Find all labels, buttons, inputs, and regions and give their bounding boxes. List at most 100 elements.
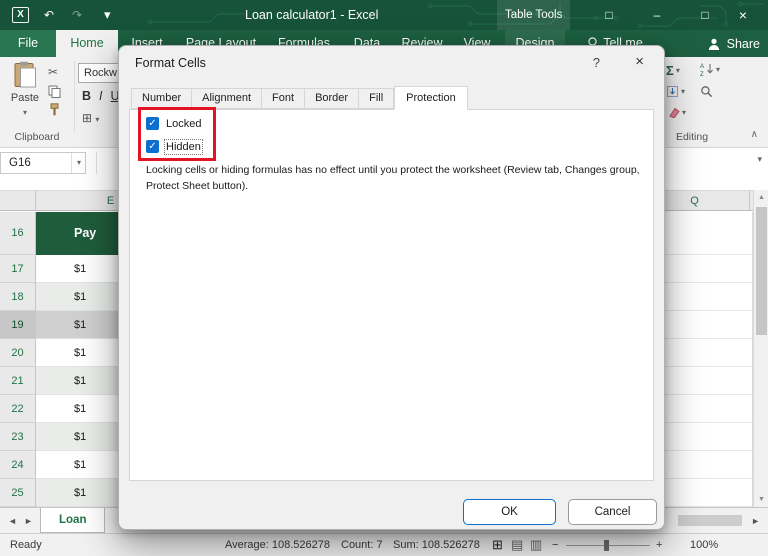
page-break-view-icon[interactable]: ▥ xyxy=(530,534,542,556)
name-box-value: G16 xyxy=(9,157,31,169)
locked-checkbox-row[interactable]: ✓ Locked xyxy=(146,117,201,130)
borders-button[interactable]: ⊞ ▾ xyxy=(82,111,99,125)
row-header-22[interactable]: 22 xyxy=(0,395,36,423)
horizontal-scroll-right-icon[interactable]: ► xyxy=(751,508,760,534)
clipboard-group-label: Clipboard xyxy=(14,131,60,143)
name-box[interactable]: G16 ▾ xyxy=(0,152,86,174)
ribbon-display-options-icon[interactable]: □ xyxy=(596,0,622,30)
magnifier-icon xyxy=(701,86,713,98)
fill-button[interactable]: ▾ xyxy=(666,85,685,98)
row-header-24[interactable]: 24 xyxy=(0,451,36,479)
row-header-21[interactable]: 21 xyxy=(0,367,36,395)
clear-dropdown-icon[interactable]: ▾ xyxy=(682,108,686,117)
tab-home[interactable]: Home xyxy=(56,30,118,57)
status-sum: Sum: 108.526278 xyxy=(393,539,480,551)
ok-button[interactable]: OK xyxy=(463,499,556,525)
page-layout-view-icon[interactable]: ▤ xyxy=(511,534,523,556)
row-header-23[interactable]: 23 xyxy=(0,423,36,451)
svg-text:Z: Z xyxy=(700,72,704,77)
scroll-down-icon[interactable]: ▼ xyxy=(754,492,768,507)
sheet-nav-left-icon[interactable]: ◄ xyxy=(8,508,17,534)
dialog-help-icon[interactable]: ? xyxy=(593,55,600,70)
name-box-dropdown-icon[interactable]: ▾ xyxy=(70,153,81,173)
title-bar: X ↶ ↷ ▾ Loan calculator1 - Excel Table T… xyxy=(0,0,768,30)
sheet-nav-right-icon[interactable]: ► xyxy=(24,508,33,534)
borders-dropdown-icon[interactable]: ▾ xyxy=(95,115,99,124)
borders-icon: ⊞ xyxy=(82,111,93,125)
sheet-tab-loan[interactable]: Loan xyxy=(40,508,106,533)
clipboard-icon xyxy=(14,61,36,88)
row-header-16[interactable]: 16 xyxy=(0,212,36,255)
person-icon xyxy=(708,38,719,50)
autosum-dropdown-icon[interactable]: ▾ xyxy=(676,66,680,75)
tab-file[interactable]: File xyxy=(0,30,56,57)
hidden-checkbox-row[interactable]: ✓ Hidden xyxy=(146,138,203,155)
locked-checkbox[interactable]: ✓ xyxy=(146,117,159,130)
zoom-level[interactable]: 100% xyxy=(690,534,718,556)
svg-text:A: A xyxy=(700,64,704,70)
format-cells-dialog: Format Cells ? × Number Alignment Font B… xyxy=(118,45,665,530)
dialog-tab-number[interactable]: Number xyxy=(131,88,193,109)
scrollbar-thumb[interactable] xyxy=(756,207,767,335)
window-close-icon[interactable]: × xyxy=(730,0,756,30)
table-tools-context-label: Table Tools xyxy=(497,0,571,30)
dialog-close-icon[interactable]: × xyxy=(635,53,644,70)
row-header-19[interactable]: 19 xyxy=(0,311,36,339)
dialog-tab-alignment[interactable]: Alignment xyxy=(192,88,263,109)
status-count: Count: 7 xyxy=(341,539,383,551)
excel-app-icon[interactable]: X xyxy=(12,7,29,23)
cancel-button[interactable]: Cancel xyxy=(568,499,657,525)
autosum-button[interactable]: Σ ▾ xyxy=(666,63,680,78)
dialog-tab-font[interactable]: Font xyxy=(262,88,306,109)
status-bar: Ready Average: 108.526278 Count: 7 Sum: … xyxy=(0,533,768,556)
bold-button[interactable]: B xyxy=(82,89,92,103)
excel-window: X ↶ ↷ ▾ Loan calculator1 - Excel Table T… xyxy=(0,0,768,556)
formula-bar-separator xyxy=(96,152,97,174)
dialog-tab-border[interactable]: Border xyxy=(305,88,360,109)
maximize-icon[interactable]: □ xyxy=(692,0,718,30)
row-header-25[interactable]: 25 xyxy=(0,479,36,507)
sort-dropdown-icon[interactable]: ▾ xyxy=(716,65,720,74)
row-header-18[interactable]: 18 xyxy=(0,283,36,311)
row-header-17[interactable]: 17 xyxy=(0,255,36,283)
horizontal-scrollbar-thumb[interactable] xyxy=(678,515,742,526)
dialog-title: Format Cells xyxy=(135,56,206,70)
zoom-out-icon[interactable]: − xyxy=(552,534,558,556)
dialog-tab-strip: Number Alignment Font Border Fill Protec… xyxy=(131,86,468,110)
italic-button[interactable]: I xyxy=(99,89,103,103)
status-average: Average: 108.526278 xyxy=(225,539,330,551)
zoom-slider-thumb[interactable] xyxy=(604,540,609,551)
hidden-checkbox[interactable]: ✓ xyxy=(146,140,159,153)
quick-access-toolbar-dropdown-icon[interactable]: ▾ xyxy=(104,0,111,30)
dialog-tab-fill[interactable]: Fill xyxy=(359,88,395,109)
copy-icon[interactable] xyxy=(48,85,61,98)
fill-dropdown-icon[interactable]: ▾ xyxy=(681,87,685,96)
undo-icon[interactable]: ↶ xyxy=(44,0,54,30)
share-button[interactable]: Share xyxy=(707,30,760,57)
clear-button[interactable]: ▾ xyxy=(666,107,686,118)
paste-dropdown-icon[interactable]: ▾ xyxy=(23,108,27,117)
sort-filter-button[interactable]: AZ ▾ xyxy=(700,62,720,77)
scroll-up-icon[interactable]: ▲ xyxy=(754,190,768,205)
status-mode: Ready xyxy=(10,539,42,551)
share-label: Share xyxy=(726,36,760,51)
cut-icon[interactable]: ✂ xyxy=(48,65,58,79)
row-header-20[interactable]: 20 xyxy=(0,339,36,367)
format-painter-icon[interactable] xyxy=(48,103,61,116)
select-all-corner[interactable] xyxy=(0,191,36,210)
sort-filter-icon: AZ xyxy=(700,64,713,77)
vertical-scrollbar[interactable]: ▲ ▼ xyxy=(753,190,768,507)
normal-view-icon[interactable]: ⊞ xyxy=(492,534,503,556)
paste-button[interactable]: Paste ▾ xyxy=(6,61,44,127)
collapse-ribbon-icon[interactable]: ∧ xyxy=(751,129,758,140)
window-title: Loan calculator1 - Excel xyxy=(245,8,379,22)
redo-icon[interactable]: ↷ xyxy=(72,0,82,30)
formula-bar-expand-icon[interactable]: ▾ xyxy=(757,154,762,165)
zoom-in-icon[interactable]: + xyxy=(656,534,662,556)
eraser-icon xyxy=(669,107,680,118)
find-select-button[interactable] xyxy=(700,85,713,98)
editing-group-label: Editing xyxy=(675,131,709,143)
hidden-label: Hidden xyxy=(164,138,203,155)
dialog-tab-protection[interactable]: Protection xyxy=(394,86,468,110)
minimize-icon[interactable]: – xyxy=(644,0,670,30)
